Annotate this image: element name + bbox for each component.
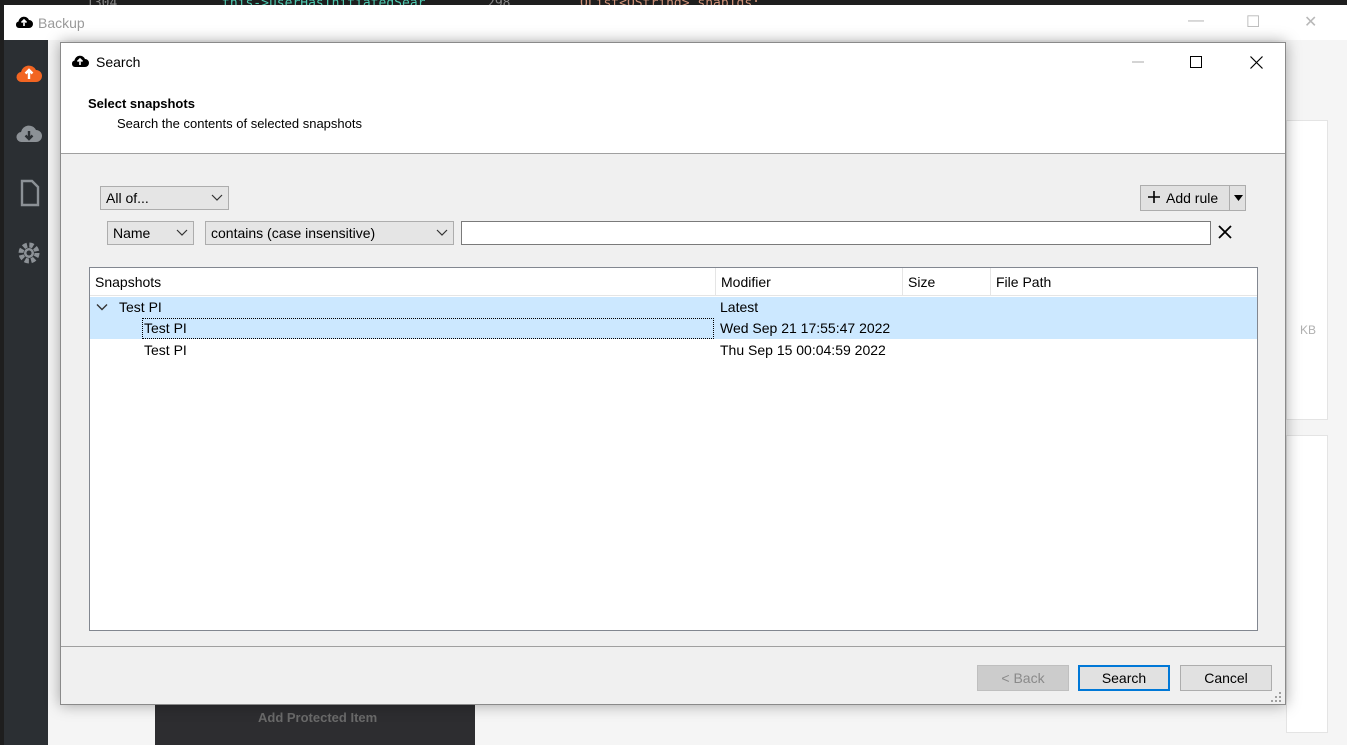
match-mode-value: All of... [106,190,149,206]
tree-row[interactable]: Test PI Thu Sep 15 00:04:59 2022 [90,340,1257,361]
background-panel [1286,120,1328,420]
column-header-size[interactable]: Size [903,268,991,296]
minimize-icon [1132,61,1144,63]
chevron-down-icon [176,229,188,236]
page-subtitle: Search the contents of selected snapshot… [117,116,362,131]
maximize-icon [1190,56,1202,68]
expand-chevron-icon[interactable] [96,301,108,313]
chevron-down-icon [211,194,223,201]
tree-header: Snapshots Modifier Size File Path [90,268,1257,296]
column-header-snapshots[interactable]: Snapshots [90,268,716,296]
search-button[interactable]: Search [1078,665,1170,691]
background-size-suffix: KB [1300,323,1317,337]
page-title: Select snapshots [88,96,195,111]
rule-operator-value: contains (case insensitive) [211,225,376,241]
remove-rule-icon[interactable] [1218,225,1232,239]
tree-row[interactable]: Test PI Wed Sep 21 17:55:47 2022 [90,318,1257,339]
tree-row[interactable]: Test PI Latest [90,297,1257,318]
cloud-icon [15,16,33,28]
snapshot-name: Test PI [144,320,187,336]
back-button[interactable]: < Back [977,665,1069,691]
rule-value-input[interactable] [461,221,1211,245]
rule-field-value: Name [113,225,151,241]
add-rule-button[interactable]: Add rule [1140,185,1246,211]
document-icon[interactable] [14,178,44,208]
background-sidebar [4,40,48,745]
plus-icon [1148,191,1160,203]
add-rule-menu-button[interactable] [1229,186,1246,210]
background-maximize-icon[interactable]: ☐ [1246,12,1260,32]
add-rule-label: Add rule [1166,190,1219,206]
snapshot-name: Test PI [119,299,162,315]
resize-grip-icon[interactable] [1271,692,1282,703]
column-header-modifier[interactable]: Modifier [716,268,903,296]
upload-cloud-icon[interactable] [14,58,44,88]
dialog-title: Search [96,54,141,70]
rule-field-dropdown[interactable]: Name [107,221,194,245]
background-window-title: Backup [38,15,85,31]
caret-down-icon [1233,195,1243,201]
focus-rectangle [142,318,714,339]
gear-icon[interactable] [14,238,44,268]
snapshot-modifier: Thu Sep 15 00:04:59 2022 [720,342,886,358]
close-button[interactable] [1227,43,1285,81]
rule-operator-dropdown[interactable]: contains (case insensitive) [205,221,454,245]
cloud-icon [71,55,89,67]
close-icon [1249,55,1263,69]
background-close-icon[interactable]: ✕ [1304,12,1317,32]
snapshot-name: Test PI [144,342,187,358]
column-header-file-path[interactable]: File Path [991,268,1257,296]
maximize-button[interactable] [1167,43,1225,81]
wizard-header: Select snapshots Search the contents of … [61,81,1285,154]
background-panel [1286,435,1328,733]
search-dialog: Search Select snapshots Search the conte… [60,42,1286,705]
minimize-button[interactable] [1109,43,1167,81]
match-mode-dropdown[interactable]: All of... [100,186,229,210]
download-cloud-icon[interactable] [14,118,44,148]
chevron-down-icon [436,229,448,236]
snapshot-modifier: Latest [720,299,759,315]
dialog-footer: < Back Search Cancel [61,646,1285,706]
background-add-protected-item: Add Protected Item [258,710,378,725]
background-titlebar: Backup — ☐ ✕ [4,5,1347,40]
background-minimize-icon[interactable]: — [1188,12,1204,30]
dialog-titlebar[interactable]: Search [61,43,1285,81]
snapshot-modifier: Wed Sep 21 17:55:47 2022 [720,320,891,336]
cancel-button[interactable]: Cancel [1180,665,1272,691]
snapshot-tree[interactable]: Snapshots Modifier Size File Path Test P… [89,267,1258,631]
